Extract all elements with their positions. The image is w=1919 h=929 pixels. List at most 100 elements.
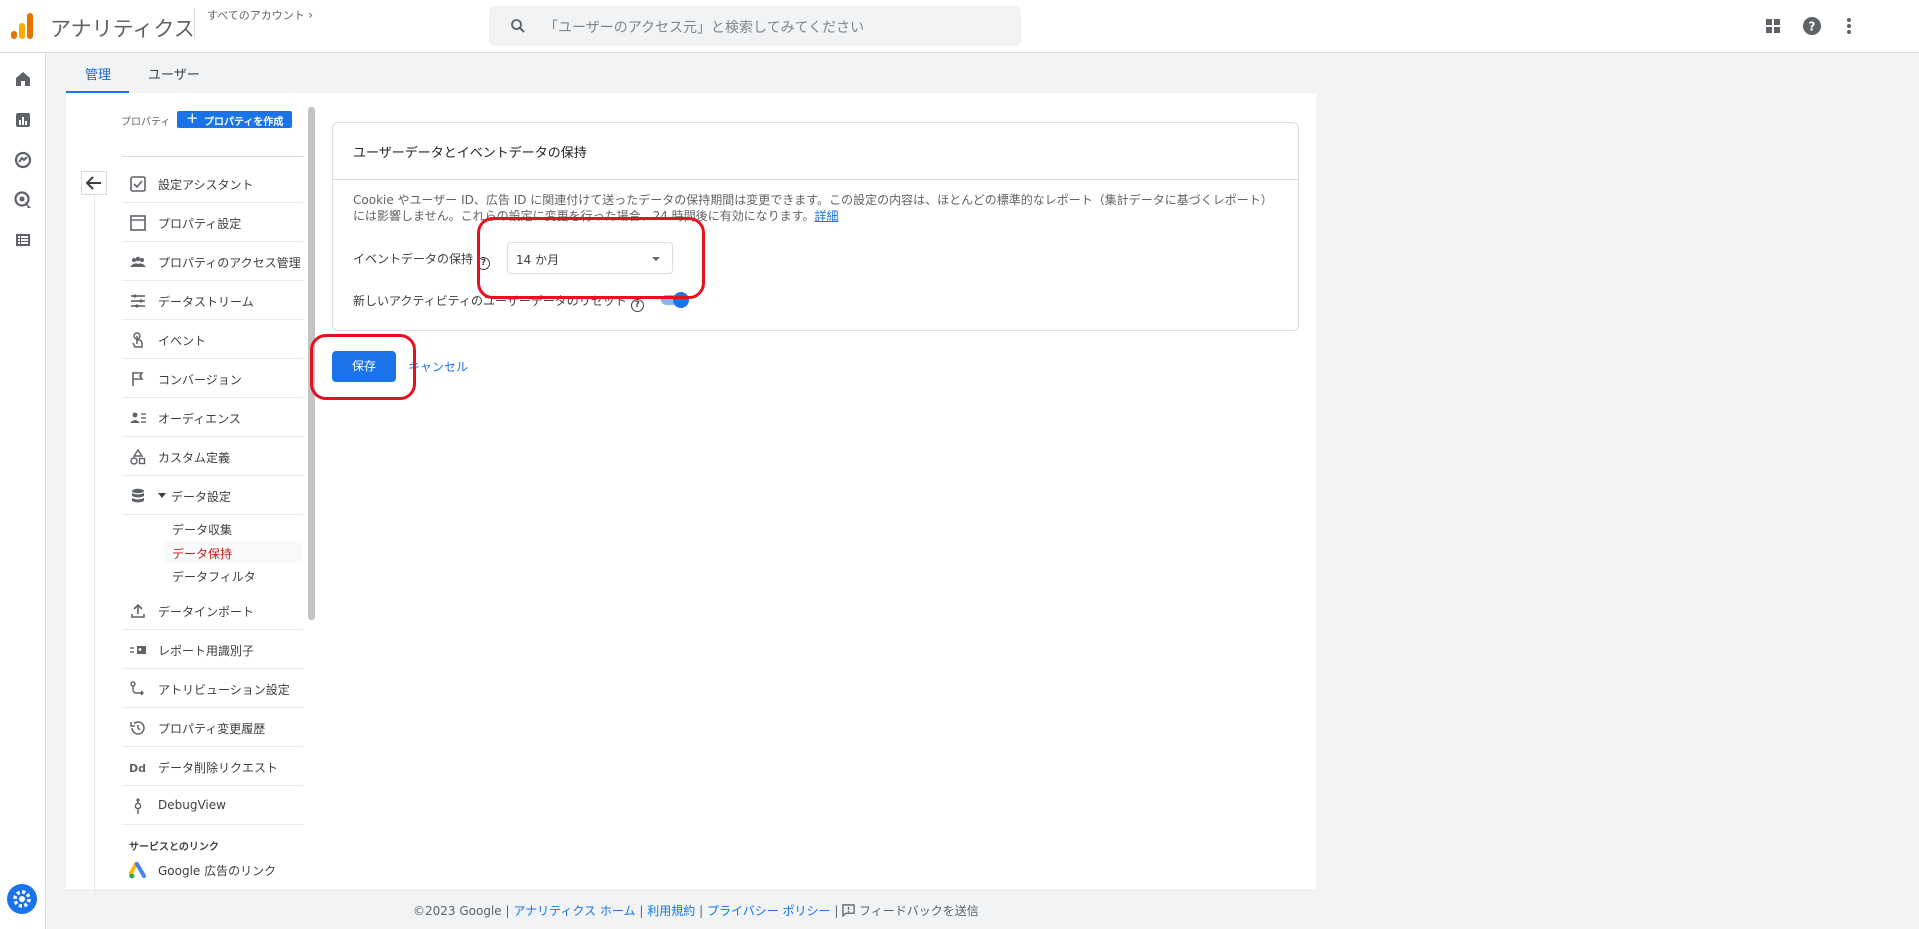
- data-retention-card: ユーザーデータとイベントデータの保持 Cookie やユーザー ID、広告 ID…: [332, 122, 1299, 331]
- nav-item-label: カスタム定義: [158, 451, 231, 465]
- svg-text:Dd: Dd: [129, 762, 146, 775]
- nav-item-label: アトリビューション設定: [158, 683, 290, 697]
- nav-item-label: データストリーム: [158, 295, 254, 309]
- nav-item-custom-definitions[interactable]: カスタム定義: [122, 437, 303, 476]
- flag-icon: [132, 372, 144, 386]
- list-icon[interactable]: [11, 228, 35, 252]
- nav-item-data-deletion[interactable]: Dd データ削除リクエスト: [122, 747, 303, 786]
- help-circle-icon[interactable]: ?: [630, 299, 644, 312]
- reports-icon[interactable]: [11, 108, 35, 132]
- footer-feedback-button[interactable]: フィードバックを送信: [842, 904, 979, 918]
- sub-item-data-collection[interactable]: データ収集: [164, 517, 303, 539]
- nav-item-access-management[interactable]: プロパティのアクセス管理: [122, 242, 303, 281]
- reset-on-activity-label-text: 新しいアクティビティのユーザーデータのリセット: [353, 294, 627, 308]
- touch-icon: [132, 332, 143, 348]
- card-divider: [333, 179, 1298, 180]
- sub-item-data-filters[interactable]: データフィルタ: [164, 564, 303, 586]
- feedback-icon: [842, 904, 855, 918]
- gear-icon: [13, 890, 31, 908]
- nav-item-audiences[interactable]: オーディエンス: [122, 398, 303, 437]
- nav-item-attribution-settings[interactable]: アトリビューション設定: [122, 669, 303, 708]
- dd-icon: Dd: [129, 762, 146, 775]
- nav-item-label: データ設定: [171, 490, 232, 504]
- nav-scrollbar[interactable]: [308, 107, 315, 620]
- nav-item-data-settings[interactable]: データ設定: [122, 476, 303, 515]
- google-ads-icon: [129, 862, 146, 879]
- nav-item-label: プロパティ設定: [158, 217, 242, 231]
- apps-grid-icon[interactable]: [1762, 15, 1784, 37]
- footer-analytics-home-link[interactable]: アナリティクス ホーム: [513, 904, 635, 918]
- nav-item-label: Google 広告のリンク: [158, 864, 277, 878]
- advertising-icon[interactable]: [11, 188, 35, 212]
- nav-item-property-settings[interactable]: プロパティ設定: [122, 203, 303, 242]
- explore-icon[interactable]: [11, 148, 35, 172]
- search-input[interactable]: 「ユーザーのアクセス元」と検索してみてください: [489, 6, 1021, 46]
- property-label: プロパティ: [121, 117, 171, 128]
- dropdown-arrow-icon: [652, 257, 660, 261]
- nav-item-label: プロパティのアクセス管理: [158, 256, 301, 270]
- left-rail: [0, 53, 46, 929]
- sub-item-data-retention[interactable]: データ保持: [164, 541, 303, 563]
- checkbox-icon: [130, 176, 146, 192]
- nav-item-data-import[interactable]: データインポート: [122, 591, 303, 630]
- event-retention-select[interactable]: 14 か月: [507, 242, 673, 274]
- nav-item-label: データ削除リクエスト: [158, 761, 279, 775]
- nav-item-conversions[interactable]: コンバージョン: [122, 359, 303, 398]
- help-circle-icon[interactable]: ?: [477, 257, 491, 270]
- nav-item-label: コンバージョン: [158, 373, 242, 387]
- nav-item-setup-assistant[interactable]: 設定アシスタント: [122, 164, 303, 203]
- footer-terms-link[interactable]: 利用規約: [647, 904, 695, 918]
- create-property-label: プロパティを作成: [204, 117, 284, 128]
- nav-item-label: オーディエンス: [158, 412, 241, 426]
- account-selector-label: すべてのアカウント: [207, 9, 305, 22]
- service-links-heading: サービスとのリンク: [129, 842, 219, 853]
- nav-item-change-history[interactable]: プロパティ変更履歴: [122, 708, 303, 747]
- description-text: Cookie やユーザー ID、広告 ID に関連付けて送ったデータの保持期間は…: [353, 193, 1273, 223]
- svg-text:?: ?: [1809, 20, 1816, 34]
- more-vert-icon[interactable]: [1838, 15, 1860, 37]
- event-retention-label-text: イベントデータの保持: [353, 252, 474, 266]
- back-button[interactable]: [81, 171, 107, 195]
- nav-item-label: レポート用識別子: [158, 644, 255, 658]
- app-title[interactable]: アナリティクス: [50, 13, 195, 43]
- stream-icon: [131, 294, 145, 308]
- people-icon: [130, 256, 146, 267]
- header-divider: [194, 8, 195, 40]
- help-icon[interactable]: ?: [1801, 15, 1823, 37]
- top-bar: アナリティクス すべてのアカウント › 「ユーザーのアクセス元」と検索してみてく…: [0, 0, 1919, 53]
- nav-divider: [122, 156, 303, 157]
- audience-icon: [130, 412, 146, 423]
- reset-on-activity-label: 新しいアクティビティのユーザーデータのリセット?: [353, 292, 644, 312]
- debug-icon: [134, 798, 142, 814]
- database-icon: [132, 488, 144, 503]
- tab-admin[interactable]: 管理: [85, 64, 111, 83]
- nav-item-reporting-identity[interactable]: レポート用識別子: [122, 630, 303, 669]
- event-retention-value: 14 か月: [516, 253, 560, 267]
- card-description: Cookie やユーザー ID、広告 ID に関連付けて送ったデータの保持期間は…: [353, 192, 1283, 224]
- arrow-back-icon: [85, 176, 101, 190]
- nav-item-events[interactable]: イベント: [122, 320, 303, 359]
- nav-item-data-streams[interactable]: データストリーム: [122, 281, 303, 320]
- account-selector[interactable]: すべてのアカウント ›: [207, 7, 313, 23]
- toggle-knob: [673, 292, 689, 308]
- save-button[interactable]: 保存: [332, 351, 396, 382]
- footer-separator: |: [505, 904, 510, 918]
- create-property-button[interactable]: + プロパティを作成: [177, 109, 292, 128]
- admin-settings-button[interactable]: [7, 884, 37, 914]
- reset-on-activity-toggle[interactable]: [661, 292, 691, 308]
- details-link[interactable]: 詳細: [815, 209, 839, 223]
- search-icon: [511, 19, 525, 33]
- home-icon[interactable]: [11, 67, 35, 91]
- square-icon: [130, 215, 146, 231]
- analytics-logo-icon[interactable]: [11, 13, 35, 39]
- tab-user[interactable]: ユーザー: [148, 64, 200, 83]
- cancel-button[interactable]: キャンセル: [408, 358, 468, 375]
- footer-separator: |: [834, 904, 839, 918]
- nav-item-google-ads-links[interactable]: Google 広告のリンク: [122, 857, 303, 887]
- footer-privacy-link[interactable]: プライバシー ポリシー: [707, 904, 831, 918]
- nav-item-debugview[interactable]: DebugView: [122, 786, 303, 825]
- nav-item-label: プロパティ変更履歴: [158, 722, 266, 736]
- nav-vertical-line: [94, 195, 95, 895]
- identifier-icon: [130, 646, 146, 654]
- nav-item-label: データインポート: [158, 605, 255, 619]
